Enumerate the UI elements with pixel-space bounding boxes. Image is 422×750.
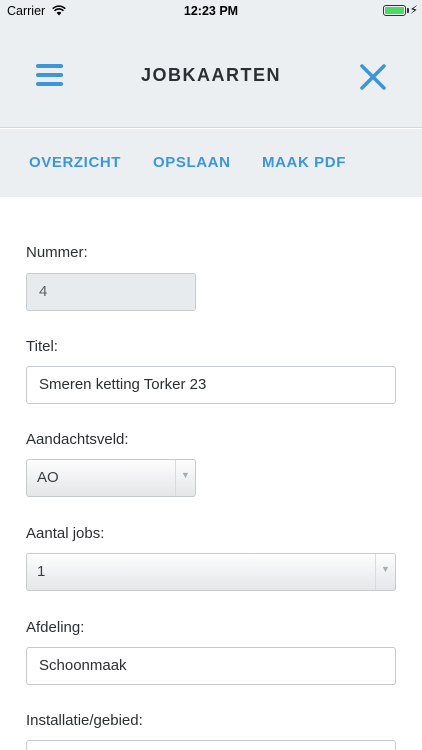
focus-area-select[interactable]: AO ▼ [26, 459, 196, 497]
job-count-select[interactable]: 1 ▼ [26, 553, 396, 591]
title-input[interactable]: Smeren ketting Torker 23 [26, 366, 396, 404]
department-input[interactable]: Schoonmaak [26, 647, 396, 685]
job-card-form: Nummer: 4 Titel: Smeren ketting Torker 2… [0, 197, 422, 750]
job-count-value: 1 [37, 563, 46, 580]
close-icon[interactable] [358, 62, 388, 92]
focus-area-label: Aandachtsveld: [26, 431, 129, 448]
installation-input[interactable] [26, 740, 396, 750]
app-header: JOBKAARTEN [0, 22, 422, 128]
save-button[interactable]: OPSLAAN [153, 154, 231, 171]
action-toolbar: OVERZICHT OPSLAAN MAAK PDF [0, 129, 422, 197]
make-pdf-button[interactable]: MAAK PDF [262, 154, 346, 171]
job-count-label: Aantal jobs: [26, 525, 105, 542]
number-label: Nummer: [26, 244, 88, 261]
dropdown-arrow-icon: ▼ [375, 554, 395, 590]
dropdown-arrow-icon: ▼ [175, 460, 195, 496]
installation-label: Installatie/gebied: [26, 712, 143, 729]
department-label: Afdeling: [26, 619, 85, 636]
overview-button[interactable]: OVERZICHT [29, 154, 121, 171]
clock: 12:23 PM [183, 4, 239, 18]
status-bar: Carrier 12:23 PM ⚡ [0, 0, 422, 22]
focus-area-value: AO [37, 469, 59, 486]
battery-icon [383, 5, 406, 16]
number-field: 4 [26, 273, 196, 311]
title-label: Titel: [26, 338, 58, 355]
charging-icon: ⚡ [409, 3, 418, 17]
